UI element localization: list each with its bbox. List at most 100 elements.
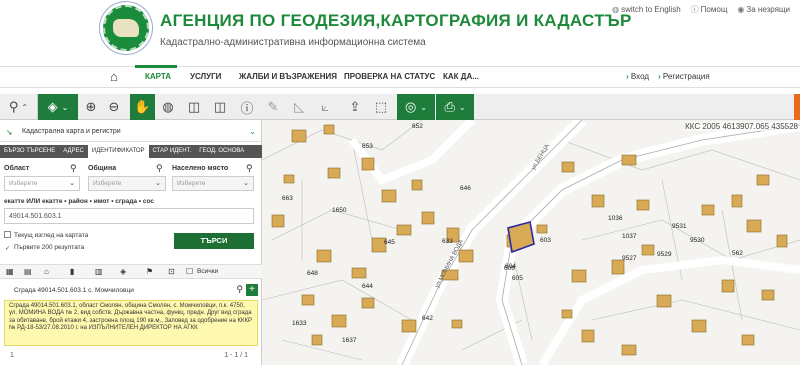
zoom-to-icon[interactable]: ⚲ bbox=[236, 284, 243, 295]
full-extent-button[interactable]: ◍ bbox=[157, 94, 179, 120]
eye-icon: ◉ bbox=[737, 5, 745, 14]
oblast-label: Област bbox=[4, 165, 30, 172]
switch-language-link[interactable]: ◍ switch to English bbox=[612, 5, 681, 14]
select-button[interactable]: ⬚ bbox=[370, 94, 392, 120]
info-button[interactable]: ⓘ bbox=[236, 94, 258, 120]
oblast-select[interactable]: Изберете ⌄ bbox=[4, 176, 80, 191]
layer-select[interactable]: ➘ Кадастрална карта и регистри ⌄ bbox=[0, 124, 262, 142]
parcel-label: 603 bbox=[540, 237, 551, 244]
current-view-checkbox[interactable]: Текущ изглед на картата bbox=[4, 231, 88, 239]
prev-extent-button[interactable]: ◫ bbox=[183, 94, 205, 120]
pan-button[interactable]: ✋ bbox=[130, 94, 155, 120]
hand-icon: ✋ bbox=[134, 99, 151, 114]
nav-how-to[interactable]: КАК ДА... bbox=[443, 72, 479, 81]
all-label: Всички bbox=[197, 268, 219, 275]
result-title[interactable]: Сграда 49014.501.603.1 с. Момчиловци bbox=[14, 287, 134, 294]
search-button[interactable]: ТЪРСИ bbox=[174, 233, 254, 249]
measure-angle-button[interactable]: ⟀ bbox=[314, 94, 336, 120]
parcel-label: 663 bbox=[282, 195, 293, 202]
trash-icon[interactable]: ▮ bbox=[70, 267, 74, 276]
checkmark-icon: ✓ bbox=[4, 246, 11, 252]
result-filter-row: ▦ ▤ ⌂ ▮ ▥ ◈ ⚑ ⊡ ☐ Всички bbox=[0, 264, 262, 279]
zoom-in-button[interactable]: ⊕ bbox=[80, 94, 102, 120]
location-pin-icon[interactable]: ⚲ bbox=[246, 163, 254, 173]
add-icon[interactable]: + bbox=[246, 284, 258, 296]
pager: 1 1 - 1 / 1 bbox=[0, 352, 262, 365]
zoom-in-icon: ⊕ bbox=[85, 99, 97, 114]
orange-edge-tab[interactable] bbox=[794, 94, 800, 120]
search-tabs: БЪРЗО ТЪРСЕНЕ АДРЕС ИДЕНТИФИКАТОР СТАР И… bbox=[0, 145, 262, 158]
page-number[interactable]: 1 bbox=[10, 352, 14, 359]
tab-identifier[interactable]: ИДЕНТИФИКАТОР bbox=[87, 145, 149, 158]
map-view[interactable]: 652 653 663 1650 645 646 633 606 603 604… bbox=[262, 120, 800, 365]
result-header: Сграда 49014.501.603.1 с. Момчиловци ⚲ + bbox=[0, 284, 262, 298]
chevron-down-icon: ⌄ bbox=[155, 180, 161, 187]
agency-logo[interactable] bbox=[100, 2, 152, 54]
nav-map[interactable]: КАРТА bbox=[145, 72, 171, 81]
obshtina-select[interactable]: Изберете ⌄ bbox=[88, 176, 166, 191]
zoom-out-button[interactable]: ⊖ bbox=[103, 94, 125, 120]
main-nav: ⌂ КАРТА УСЛУГИ ЖАЛБИ И ВЪЗРАЖЕНИЯ ПРОВЕР… bbox=[0, 65, 800, 88]
naseleno-select[interactable]: Изберете ⌄ bbox=[172, 176, 254, 191]
result-details: Сграда 49014.501.603.1, област Смолян, о… bbox=[4, 300, 258, 346]
tab-old-identifier[interactable]: СТАР ИДЕНТ. bbox=[149, 145, 196, 158]
page-count: 1 - 1 / 1 bbox=[224, 352, 248, 359]
login-link[interactable]: › Вход bbox=[626, 72, 649, 81]
layers-button[interactable]: ◈ ⌄ bbox=[38, 94, 78, 120]
location-pin-icon[interactable]: ⚲ bbox=[70, 163, 78, 173]
parcel-label: 9527 bbox=[622, 255, 637, 262]
tab-quick-search[interactable]: БЪРЗО ТЪРСЕНЕ bbox=[0, 145, 59, 158]
grid-icon[interactable]: ▦ bbox=[6, 267, 14, 276]
survey-icon[interactable]: ⊡ bbox=[168, 267, 175, 276]
parcel-label: 9531 bbox=[672, 223, 687, 230]
parcel-label: 562 bbox=[732, 250, 743, 257]
nav-status-check[interactable]: ПРОВЕРКА НА СТАТУС bbox=[344, 72, 435, 81]
info-icon: ⓘ bbox=[240, 100, 254, 116]
select-icon: ⬚ bbox=[374, 99, 388, 114]
layer-arrow-icon: ➘ bbox=[6, 128, 13, 137]
measure-area-button[interactable]: ◺ bbox=[288, 94, 310, 120]
home-icon[interactable]: ⌂ bbox=[110, 70, 124, 84]
area-icon: ◺ bbox=[294, 99, 304, 114]
parcel-label: 9529 bbox=[657, 251, 672, 258]
register-link[interactable]: › Регистрация bbox=[658, 72, 710, 81]
print-icon: ⎙ bbox=[444, 99, 455, 114]
parcel-label: 652 bbox=[412, 123, 423, 130]
home-icon[interactable]: ⌂ bbox=[44, 267, 49, 276]
obshtina-label: Община bbox=[88, 165, 117, 172]
tab-geodetic-base[interactable]: ГЕОД. ОСНОВА bbox=[195, 145, 248, 158]
parcel-label: 9530 bbox=[690, 237, 705, 244]
target-icon: ◎ bbox=[404, 99, 417, 114]
upload-button[interactable]: ⇪ bbox=[344, 94, 366, 120]
agency-subtitle: Кадастрално-административна информационн… bbox=[160, 37, 426, 48]
parcel-label: 605 bbox=[512, 275, 523, 282]
parcel-label: 633 bbox=[442, 238, 453, 245]
help-link[interactable]: ⓘ Помощ bbox=[691, 4, 728, 15]
chevron-down-icon: ⌄ bbox=[243, 180, 249, 187]
location-pin-icon[interactable]: ⚲ bbox=[156, 163, 164, 173]
top-links: ◍ switch to English ⓘ Помощ ◉ За незрящи bbox=[612, 4, 790, 15]
next-extent-button[interactable]: ◫ bbox=[209, 94, 231, 120]
list-icon[interactable]: ▤ bbox=[24, 267, 32, 276]
parcel-label: 645 bbox=[384, 239, 395, 246]
parcel-label: 1633 bbox=[292, 320, 307, 327]
measure-distance-button[interactable]: ✎ bbox=[262, 94, 284, 120]
search-tool[interactable]: ⚲ ⌃ bbox=[0, 94, 38, 120]
identifier-input[interactable]: 49014.501.603.1 bbox=[4, 208, 254, 224]
checkbox-box bbox=[4, 231, 11, 238]
active-tab-indicator bbox=[135, 65, 177, 68]
prev-extent-icon: ◫ bbox=[187, 99, 201, 114]
flag-icon[interactable]: ⚑ bbox=[146, 267, 153, 276]
layers-icon[interactable]: ◈ bbox=[120, 267, 126, 276]
print-button[interactable]: ⎙ ⌄ bbox=[436, 94, 474, 120]
nav-services[interactable]: УСЛУГИ bbox=[190, 72, 221, 81]
location-button[interactable]: ◎ ⌄ bbox=[397, 94, 435, 120]
street-label: ул.МОМИНА ВОДА bbox=[434, 239, 464, 289]
low-vision-link[interactable]: ◉ За незрящи bbox=[737, 5, 790, 14]
building-icon[interactable]: ▥ bbox=[95, 267, 103, 276]
checkbox-all[interactable]: ☐ bbox=[186, 267, 193, 276]
first200-checkbox[interactable]: ✓ Първите 200 резултата bbox=[4, 244, 84, 253]
nav-complaints[interactable]: ЖАЛБИ И ВЪЗРАЖЕНИЯ bbox=[239, 72, 337, 81]
tab-address[interactable]: АДРЕС bbox=[59, 145, 88, 158]
cadastral-map[interactable]: 652 653 663 1650 645 646 633 606 603 604… bbox=[262, 120, 800, 365]
